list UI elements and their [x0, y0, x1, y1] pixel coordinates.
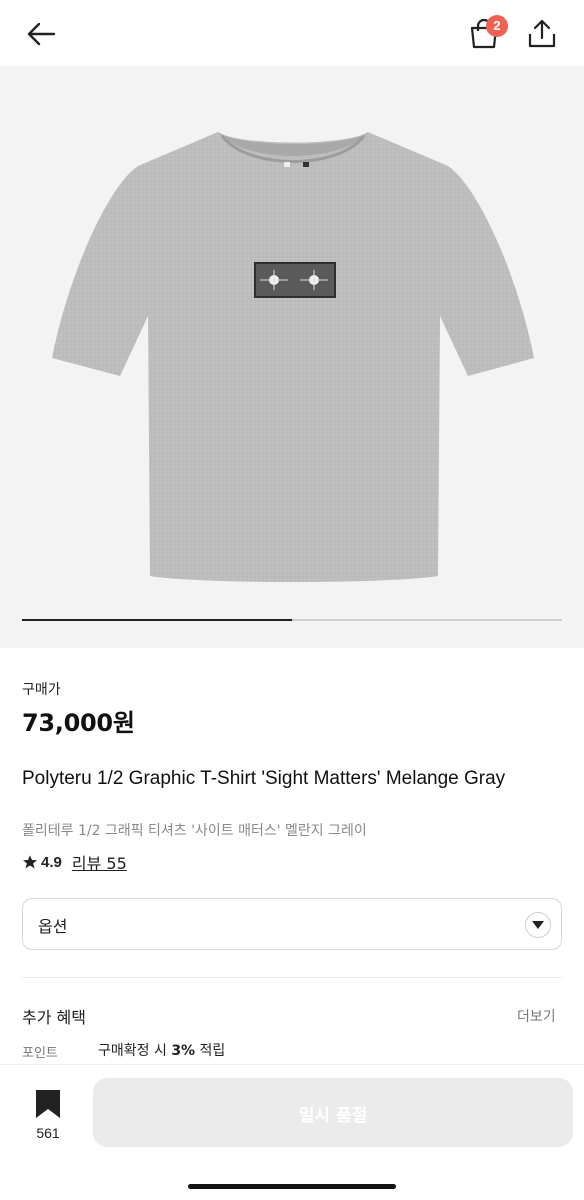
- product-title-en: Polyteru 1/2 Graphic T-Shirt 'Sight Matt…: [22, 768, 506, 789]
- gallery-progress-fill: [22, 619, 292, 621]
- option-label: 옵션: [38, 917, 68, 936]
- option-select[interactable]: 옵션: [22, 898, 562, 950]
- star-icon: [23, 855, 37, 869]
- price-value: 73,000원: [22, 709, 135, 737]
- share-upload-icon: [528, 19, 556, 48]
- point-rate: 3%: [171, 1043, 196, 1059]
- back-button[interactable]: [24, 16, 60, 52]
- product-gallery[interactable]: [0, 66, 584, 648]
- rating-value: 4.9: [41, 853, 62, 871]
- point-suffix: 적립: [195, 1043, 226, 1059]
- wishlist-button[interactable]: 561: [22, 1085, 74, 1145]
- section-divider: [22, 977, 562, 978]
- product-title-ko: 폴리테루 1/2 그래픽 티셔츠 '사이트 매터스' 멜란지 그레이: [22, 823, 367, 839]
- rating-row: 4.9 리뷰 55: [22, 851, 127, 873]
- bottom-action-bar: 561 일시 품절: [0, 1064, 584, 1200]
- option-dropdown-button[interactable]: [525, 912, 551, 938]
- benefit-title: 추가 혜택: [22, 1008, 86, 1027]
- point-label: 포인트: [22, 1046, 58, 1061]
- cart-count-badge: 2: [486, 15, 508, 37]
- gallery-progress-track: [22, 619, 562, 621]
- chevron-down-icon: [532, 921, 544, 929]
- share-button[interactable]: [524, 16, 560, 52]
- home-indicator: [188, 1184, 396, 1189]
- top-bar: 2: [0, 0, 584, 66]
- review-link[interactable]: 리뷰 55: [72, 850, 127, 874]
- product-image[interactable]: [48, 126, 536, 586]
- point-description: 구매확정 시 3% 적립: [98, 1040, 225, 1060]
- bookmark-icon: [36, 1090, 60, 1118]
- wishlist-count: 561: [36, 1125, 60, 1141]
- sold-out-button[interactable]: 일시 품절: [93, 1078, 573, 1147]
- price-label: 구매가: [22, 682, 61, 698]
- arrow-left-icon: [27, 22, 56, 46]
- sold-out-label: 일시 품절: [298, 1106, 368, 1126]
- benefit-more-link[interactable]: 더보기: [517, 1006, 556, 1026]
- point-prefix: 구매확정 시: [98, 1043, 172, 1059]
